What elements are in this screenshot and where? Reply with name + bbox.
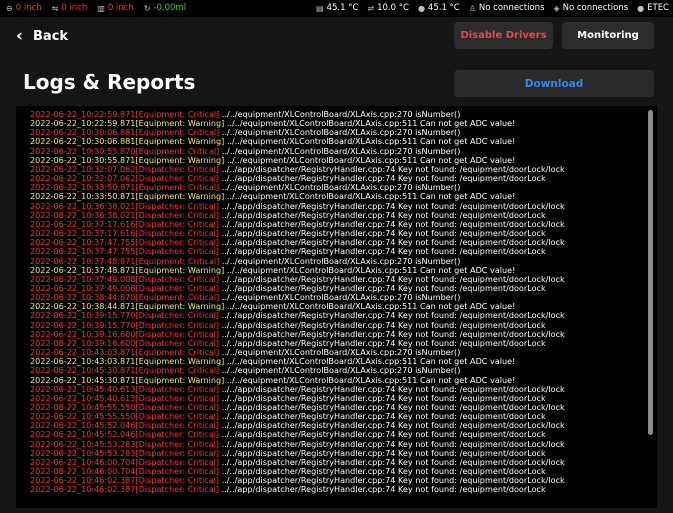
- ambient-temp-value: 10.0 °C: [377, 3, 409, 13]
- download-button[interactable]: Download: [454, 70, 654, 97]
- flow-status: ↻ -0.00ml: [144, 0, 186, 17]
- dot-icon: ●: [637, 4, 645, 13]
- log-entry-prefix: 2022-06-22_10:46:02.387[Dispatcher: Crit…: [30, 484, 220, 495]
- wifi-connection-status: ◈ No connections: [553, 0, 628, 17]
- wifi-connection-value: No connections: [562, 3, 629, 13]
- ambient-temp-icon: ⇌: [367, 4, 375, 13]
- wifi-icon: ◈: [553, 4, 560, 13]
- back-label: Back: [33, 28, 69, 44]
- level-y-status: ⇋ 0 inch: [52, 0, 88, 17]
- user-connection-value: No connections: [478, 3, 545, 13]
- user-connection-status: ♙ No connections: [469, 0, 545, 17]
- log-panel[interactable]: 2022-06-22_10:22:59.871[Equipment: Criti…: [16, 106, 657, 508]
- flow-icon: ↻: [143, 4, 151, 13]
- bubble-level-icon: ⊖: [6, 4, 13, 13]
- disable-drivers-button[interactable]: Disable Drivers: [454, 22, 553, 49]
- level-x-status: ⊖ 0 inch: [6, 0, 42, 17]
- log-list: 2022-06-22_10:22:59.871[Equipment: Criti…: [30, 109, 565, 495]
- fluid-temp-status: ● 45.1 °C: [418, 0, 460, 17]
- flow-value: -0.00ml: [153, 3, 187, 13]
- page-title: Logs & Reports: [23, 70, 196, 94]
- monitoring-button[interactable]: Monitoring: [562, 22, 654, 49]
- level-y-value: 0 inch: [61, 3, 88, 13]
- status-bar-left: ⊖ 0 inch ⇋ 0 inch ▥ 0 inch ↻ -0.00ml: [6, 0, 186, 17]
- person-icon: ♙: [468, 4, 476, 13]
- device-name-value: ETEC: [647, 3, 669, 13]
- level-x-value: 0 inch: [15, 3, 42, 13]
- status-bar: ⊖ 0 inch ⇋ 0 inch ▥ 0 inch ↻ -0.00ml ▤ 4…: [0, 0, 673, 17]
- log-entry: 2022-06-22_10:46:02.387[Dispatcher: Crit…: [30, 485, 565, 494]
- tilt-icon: ⇋: [51, 4, 59, 13]
- status-bar-right: ▤ 45.1 °C ⇌ 10.0 °C ● 45.1 °C ♙ No conne…: [316, 0, 669, 17]
- drop-icon: ●: [417, 4, 425, 13]
- chevron-left-icon: ‹: [16, 25, 24, 46]
- fluid-temp-value: 45.1 °C: [427, 3, 460, 13]
- log-scrollbar[interactable]: [648, 110, 653, 435]
- temperature-box-icon: ▤: [316, 4, 324, 13]
- height-value: 0 inch: [107, 3, 134, 13]
- ruler-icon: ▥: [97, 4, 105, 13]
- top-bar: ‹ Back Disable Drivers Monitoring: [0, 17, 673, 54]
- back-button[interactable]: ‹ Back: [16, 25, 68, 47]
- app-window: ‹ Back Disable Drivers Monitoring Logs &…: [0, 17, 673, 513]
- height-status: ▥ 0 inch: [97, 0, 133, 17]
- box-temp-value: 45.1 °C: [326, 3, 359, 13]
- device-name-status: ● ETEC: [637, 0, 669, 17]
- log-entry-message: ../../app/dispatcher/RegistryHandler.cpp…: [219, 484, 546, 495]
- ambient-temp-status: ⇌ 10.0 °C: [367, 0, 409, 17]
- box-temp-status: ▤ 45.1 °C: [316, 0, 358, 17]
